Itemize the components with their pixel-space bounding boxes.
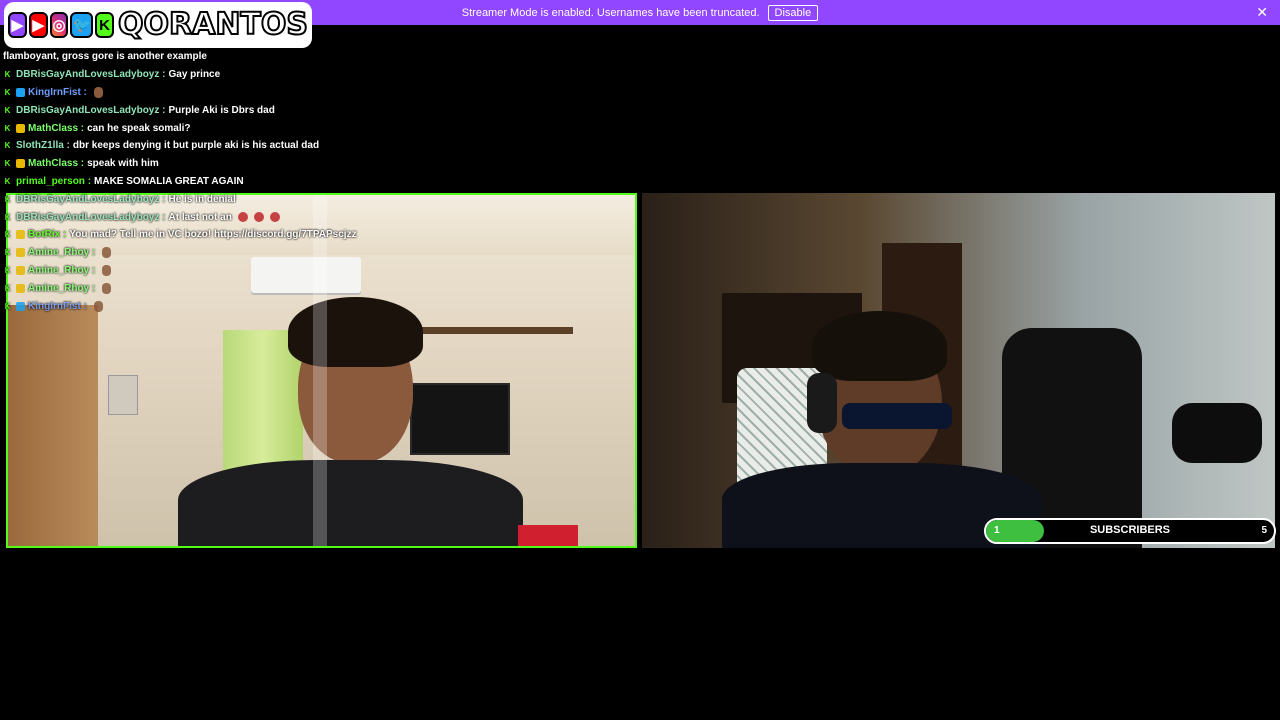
kick-badge-icon: K	[4, 87, 11, 97]
chat-username[interactable]: KingIrnFist :	[28, 301, 87, 312]
chat-username[interactable]: DBRisGayAndLovesLadyboyz :	[16, 212, 165, 223]
moon-badge-icon	[16, 159, 25, 169]
chat-message: K Amine_Rhoy :	[3, 262, 643, 280]
chat-username[interactable]: Amine_Rhoy :	[28, 283, 95, 294]
kick-badge-icon: K	[4, 283, 11, 293]
streamer-name: QORANTOS	[117, 7, 309, 42]
sunglasses	[842, 403, 952, 429]
kick-badge-icon: K	[4, 301, 11, 311]
person-emote-icon	[93, 86, 103, 98]
person-emote-icon	[93, 300, 103, 312]
chat-message: K SlothZ1lla : dbr keeps denying it but pu…	[3, 137, 643, 155]
chat-message: K KingIrnFist :	[3, 84, 643, 102]
chat-username[interactable]: Amine_Rhoy :	[28, 247, 95, 258]
chat-message-text: MAKE SOMALIA GREAT AGAIN	[94, 175, 244, 187]
person-body	[178, 460, 523, 546]
subscriber-badge-icon	[16, 87, 25, 97]
chat-overlay: flamboyant, gross gore is another exampl…	[3, 48, 643, 315]
chat-username[interactable]: KingIrnFist :	[28, 87, 87, 98]
chat-username[interactable]: DBRisGayAndLovesLadyboyz :	[16, 194, 165, 205]
chat-message-text: can he speak somali?	[87, 122, 191, 134]
chat-username[interactable]: DBRisGayAndLovesLadyboyz :	[16, 69, 165, 80]
instagram-icon: ◎	[49, 12, 69, 38]
kick-icon: K	[95, 12, 114, 38]
chat-message-text: Purple Aki is Dbrs dad	[168, 104, 275, 116]
chat-username[interactable]: BotRix :	[28, 229, 66, 240]
chat-message: K KingIrnFist :	[3, 297, 643, 315]
moon-badge-icon	[16, 265, 25, 275]
chat-username[interactable]: Amine_Rhoy :	[28, 265, 95, 276]
chat-message: K Amine_Rhoy :	[3, 244, 643, 262]
headphones	[807, 373, 837, 433]
boxing-glove-emote-icon	[269, 212, 280, 223]
tv-screen	[410, 383, 510, 455]
subscriber-goal-bar: 1 SUBSCRIBERS 5	[984, 518, 1276, 544]
close-icon[interactable]: ✕	[1256, 4, 1268, 21]
chat-message-text: Gay prince	[168, 69, 221, 81]
chat-username[interactable]: MathClass :	[28, 158, 84, 169]
kick-badge-icon: K	[4, 141, 11, 151]
chat-message: K Amine_Rhoy :	[3, 279, 643, 297]
disable-streamer-mode-button[interactable]: Disable	[767, 4, 819, 21]
person-emote-icon	[102, 247, 112, 259]
chat-message-text: You mad? Tell me in VC bozo! https://dis…	[69, 229, 357, 241]
kick-badge-icon: K	[4, 194, 11, 204]
chat-message: K DBRisGayAndLovesLadyboyz : He is in deni…	[3, 190, 643, 208]
wall-panel	[108, 375, 138, 415]
right-webcam-video	[642, 193, 1275, 548]
goal-label: SUBSCRIBERS	[1089, 524, 1171, 536]
chat-username[interactable]: primal_person :	[16, 176, 91, 187]
microphone	[1172, 403, 1262, 463]
chat-message: K BotRix : You mad? Tell me in VC bozo! ht…	[3, 226, 643, 244]
wall-shelf	[408, 327, 573, 334]
chat-username[interactable]: DBRisGayAndLovesLadyboyz :	[16, 105, 165, 116]
twitter-icon: 🐦	[70, 12, 94, 38]
moon-badge-icon	[16, 248, 25, 258]
kick-badge-icon: K	[4, 212, 11, 222]
kick-badge-icon: K	[4, 265, 11, 275]
kick-badge-icon: K	[4, 70, 11, 80]
chat-message-text: At last not an	[168, 211, 232, 223]
boxing-glove-emote-icon	[253, 212, 264, 223]
chat-message-text: He is in denial	[168, 193, 236, 205]
person-hair	[812, 311, 947, 381]
kick-badge-icon: K	[4, 230, 11, 240]
chat-message: K MathClass : can he speak somali?	[3, 119, 643, 137]
chat-message: K DBRisGayAndLovesLadyboyz : At last not a…	[3, 208, 643, 226]
moon-badge-icon	[16, 283, 25, 293]
youtube-icon: ▶	[28, 12, 48, 38]
chat-message: flamboyant, gross gore is another exampl…	[3, 48, 643, 66]
kick-badge-icon: K	[4, 105, 11, 115]
chat-message: Kprimal_person : MAKE SOMALIA GREAT AGAIN	[3, 173, 643, 191]
chat-message: K DBRisGayAndLovesLadyboyz : Purple Aki is…	[3, 101, 643, 119]
twitch-icon: ▶	[8, 12, 27, 38]
person-emote-icon	[102, 264, 112, 276]
chat-message: K DBRisGayAndLovesLadyboyz : Gay prince	[3, 66, 643, 84]
chat-username[interactable]: MathClass :	[28, 123, 84, 134]
red-object	[518, 525, 578, 546]
kick-badge-icon: K	[4, 248, 11, 258]
kick-badge-icon: K	[4, 176, 11, 186]
boxing-glove-emote-icon	[237, 212, 248, 223]
subscriber-badge-icon	[16, 301, 25, 311]
chat-message-text: speak with him	[87, 158, 159, 170]
wooden-door	[8, 305, 98, 546]
person-emote-icon	[102, 282, 112, 294]
bot-badge-icon	[16, 230, 25, 240]
kick-badge-icon: K	[4, 159, 11, 169]
chat-message: K MathClass : speak with him	[3, 155, 643, 173]
goal-target: 5	[1261, 525, 1267, 536]
kick-badge-icon: K	[4, 123, 11, 133]
chat-message-text: dbr keeps denying it but purple aki is h…	[72, 140, 320, 152]
chat-message-text: flamboyant, gross gore is another exampl…	[3, 51, 207, 63]
social-header: ▶ ▶ ◎ 🐦 K QORANTOS	[4, 2, 312, 48]
moon-badge-icon	[16, 123, 25, 133]
chat-username[interactable]: SlothZ1lla :	[16, 140, 70, 151]
streamer-mode-message: Streamer Mode is enabled. Usernames have…	[461, 6, 760, 19]
